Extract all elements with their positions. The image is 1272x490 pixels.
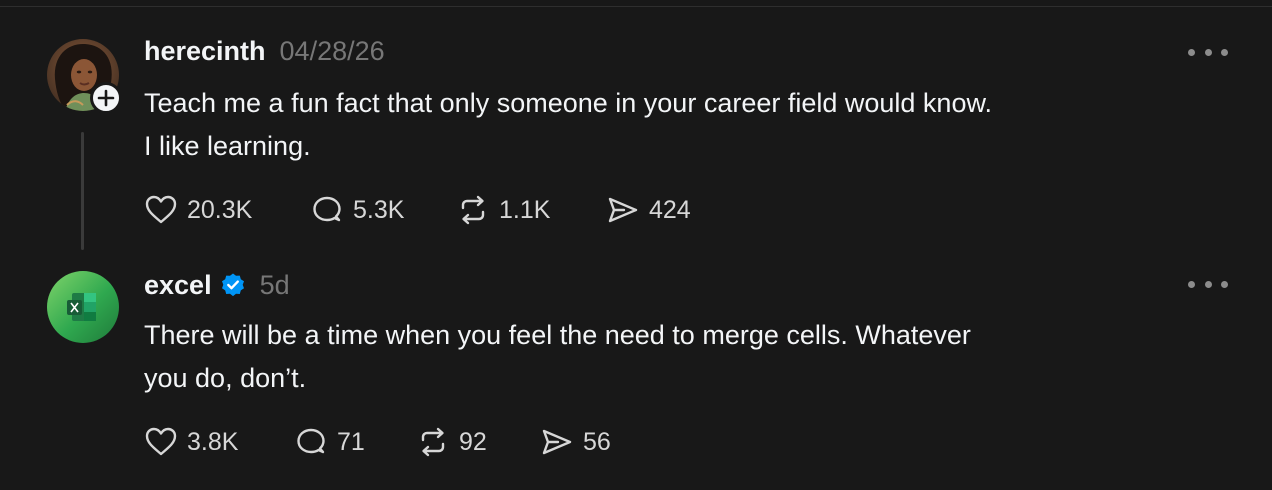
- post-actions: 20.3K 5.3K 1.1K 424: [144, 192, 691, 228]
- share-count: 56: [583, 427, 611, 456]
- post-text: Teach me a fun fact that only someone in…: [144, 82, 1144, 168]
- more-icon: [1188, 280, 1195, 288]
- repost-button[interactable]: 92: [416, 426, 540, 458]
- repost-count: 92: [459, 427, 487, 456]
- reply-icon: [297, 428, 325, 454]
- like-button[interactable]: 20.3K: [144, 194, 310, 226]
- like-count: 3.8K: [187, 427, 239, 456]
- post-text-line: you do, don’t.: [144, 363, 307, 393]
- verified-badge-icon: [221, 273, 244, 297]
- repost-icon: [421, 427, 445, 457]
- post-excel: excel 5d There will be a time when you f…: [0, 268, 1272, 490]
- follow-plus-icon[interactable]: [90, 82, 122, 114]
- heart-icon: [145, 427, 177, 456]
- post-header: herecinth 04/28/26: [144, 36, 385, 70]
- reply-count: 5.3K: [353, 195, 405, 224]
- post-text-line: There will be a time when you feel the n…: [144, 320, 971, 350]
- top-divider: [0, 6, 1272, 7]
- share-button[interactable]: 424: [606, 194, 691, 226]
- reply-icon: [313, 196, 341, 222]
- post-herecinth: herecinth 04/28/26 Teach me a fun fact t…: [0, 36, 1272, 266]
- more-options-button[interactable]: [1188, 42, 1228, 62]
- thread-connector-line: [81, 132, 84, 250]
- repost-count: 1.1K: [499, 195, 551, 224]
- more-options-button[interactable]: [1188, 274, 1228, 294]
- heart-icon: [145, 195, 177, 224]
- username[interactable]: excel: [144, 270, 212, 301]
- timestamp[interactable]: 5d: [260, 270, 290, 301]
- reply-button[interactable]: 5.3K: [310, 194, 456, 226]
- threads-feed: herecinth 04/28/26 Teach me a fun fact t…: [0, 0, 1272, 490]
- post-actions: 3.8K 71 92 56: [144, 424, 611, 460]
- reply-button[interactable]: 71: [294, 426, 416, 458]
- share-icon: [542, 429, 572, 455]
- timestamp[interactable]: 04/28/26: [280, 36, 385, 67]
- avatar-excel[interactable]: [47, 271, 119, 343]
- share-button[interactable]: 56: [540, 426, 611, 458]
- like-button[interactable]: 3.8K: [144, 426, 294, 458]
- post-header: excel 5d: [144, 268, 290, 302]
- username[interactable]: herecinth: [144, 36, 266, 67]
- share-count: 424: [649, 195, 691, 224]
- more-icon: [1188, 48, 1195, 56]
- like-count: 20.3K: [187, 195, 253, 224]
- reply-count: 71: [337, 427, 365, 456]
- repost-button[interactable]: 1.1K: [456, 194, 606, 226]
- post-text-line: I like learning.: [144, 131, 311, 161]
- share-icon: [608, 197, 638, 223]
- repost-icon: [461, 195, 485, 225]
- post-text: There will be a time when you feel the n…: [144, 314, 1144, 400]
- post-text-line: Teach me a fun fact that only someone in…: [144, 88, 992, 118]
